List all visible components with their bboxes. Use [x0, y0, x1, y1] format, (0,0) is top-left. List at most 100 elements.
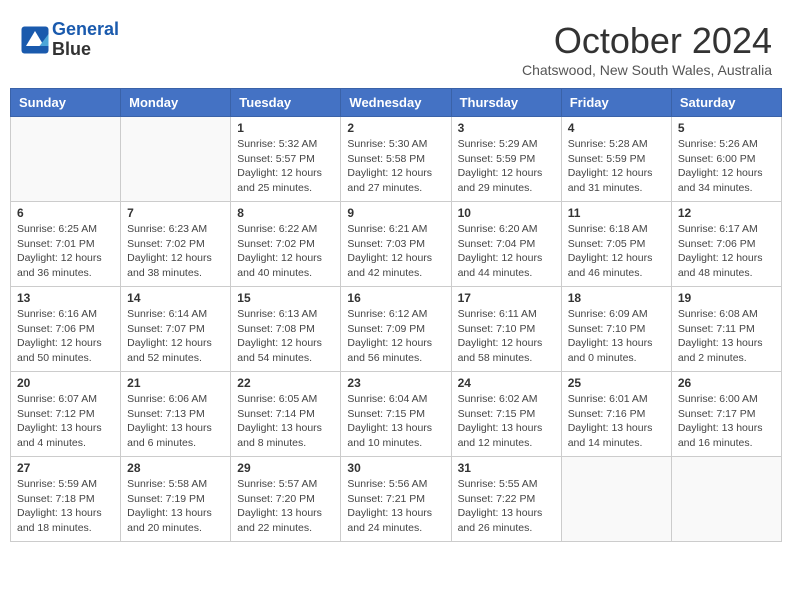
weekday-header-thursday: Thursday — [451, 89, 561, 117]
logo-text: General Blue — [52, 20, 119, 60]
week-row-5: 27 Sunrise: 5:59 AM Sunset: 7:18 PM Dayli… — [11, 457, 782, 542]
day-number: 18 — [568, 291, 665, 305]
day-number: 26 — [678, 376, 775, 390]
day-info: Sunrise: 6:22 AM Sunset: 7:02 PM Dayligh… — [237, 222, 334, 281]
day-number: 2 — [347, 121, 444, 135]
day-number: 27 — [17, 461, 114, 475]
day-info: Sunrise: 5:58 AM Sunset: 7:19 PM Dayligh… — [127, 477, 224, 536]
calendar-cell: 21Sunrise: 6:06 AM Sunset: 7:13 PM Dayli… — [121, 372, 231, 457]
day-info: Sunrise: 5:56 AM Sunset: 7:21 PM Dayligh… — [347, 477, 444, 536]
day-number: 30 — [347, 461, 444, 475]
day-info: Sunrise: 6:01 AM Sunset: 7:16 PM Dayligh… — [568, 392, 665, 451]
calendar-cell: 29 Sunrise: 5:57 AM Sunset: 7:20 PM Dayli… — [231, 457, 341, 542]
week-row-2: 6Sunrise: 6:25 AM Sunset: 7:01 PM Daylig… — [11, 202, 782, 287]
day-number: 16 — [347, 291, 444, 305]
week-row-3: 13 Sunrise: 6:16 AM Sunset: 7:06 PM Dayli… — [11, 287, 782, 372]
calendar-cell: 8 Sunrise: 6:22 AM Sunset: 7:02 PM Daylig… — [231, 202, 341, 287]
title-block: October 2024 Chatswood, New South Wales,… — [522, 20, 772, 78]
day-number: 5 — [678, 121, 775, 135]
day-info: Sunrise: 5:28 AM Sunset: 5:59 PM Dayligh… — [568, 137, 665, 196]
day-number: 6 — [17, 206, 114, 220]
day-number: 25 — [568, 376, 665, 390]
day-number: 28 — [127, 461, 224, 475]
day-number: 24 — [458, 376, 555, 390]
calendar-cell: 31 Sunrise: 5:55 AM Sunset: 7:22 PM Dayli… — [451, 457, 561, 542]
calendar-cell: 20Sunrise: 6:07 AM Sunset: 7:12 PM Dayli… — [11, 372, 121, 457]
weekday-header-sunday: Sunday — [11, 89, 121, 117]
day-number: 19 — [678, 291, 775, 305]
day-number: 20 — [17, 376, 114, 390]
day-number: 31 — [458, 461, 555, 475]
day-info: Sunrise: 6:05 AM Sunset: 7:14 PM Dayligh… — [237, 392, 334, 451]
calendar-cell: 3Sunrise: 5:29 AM Sunset: 5:59 PM Daylig… — [451, 117, 561, 202]
day-number: 17 — [458, 291, 555, 305]
day-number: 4 — [568, 121, 665, 135]
day-number: 23 — [347, 376, 444, 390]
day-number: 8 — [237, 206, 334, 220]
calendar-cell: 30 Sunrise: 5:56 AM Sunset: 7:21 PM Dayli… — [341, 457, 451, 542]
logo-icon — [20, 25, 50, 55]
day-info: Sunrise: 6:16 AM Sunset: 7:06 PM Dayligh… — [17, 307, 114, 366]
day-number: 7 — [127, 206, 224, 220]
weekday-header-row: SundayMondayTuesdayWednesdayThursdayFrid… — [11, 89, 782, 117]
calendar-cell: 16 Sunrise: 6:12 AM Sunset: 7:09 PM Dayli… — [341, 287, 451, 372]
calendar-cell — [561, 457, 671, 542]
day-number: 12 — [678, 206, 775, 220]
calendar: SundayMondayTuesdayWednesdayThursdayFrid… — [10, 88, 782, 542]
day-info: Sunrise: 6:08 AM Sunset: 7:11 PM Dayligh… — [678, 307, 775, 366]
day-info: Sunrise: 5:57 AM Sunset: 7:20 PM Dayligh… — [237, 477, 334, 536]
day-number: 15 — [237, 291, 334, 305]
day-number: 13 — [17, 291, 114, 305]
page-header: General Blue October 2024 Chatswood, New… — [10, 10, 782, 83]
logo: General Blue — [20, 20, 119, 60]
calendar-cell: 14 Sunrise: 6:14 AM Sunset: 7:07 PM Dayli… — [121, 287, 231, 372]
calendar-cell: 7Sunrise: 6:23 AM Sunset: 7:02 PM Daylig… — [121, 202, 231, 287]
day-number: 14 — [127, 291, 224, 305]
day-info: Sunrise: 6:04 AM Sunset: 7:15 PM Dayligh… — [347, 392, 444, 451]
day-info: Sunrise: 5:55 AM Sunset: 7:22 PM Dayligh… — [458, 477, 555, 536]
calendar-cell: 9Sunrise: 6:21 AM Sunset: 7:03 PM Daylig… — [341, 202, 451, 287]
weekday-header-tuesday: Tuesday — [231, 89, 341, 117]
day-info: Sunrise: 5:59 AM Sunset: 7:18 PM Dayligh… — [17, 477, 114, 536]
calendar-cell: 17 Sunrise: 6:11 AM Sunset: 7:10 PM Dayli… — [451, 287, 561, 372]
calendar-cell: 24 Sunrise: 6:02 AM Sunset: 7:15 PM Dayli… — [451, 372, 561, 457]
calendar-cell: 1 Sunrise: 5:32 AM Sunset: 5:57 PM Daylig… — [231, 117, 341, 202]
day-info: Sunrise: 6:20 AM Sunset: 7:04 PM Dayligh… — [458, 222, 555, 281]
day-info: Sunrise: 6:21 AM Sunset: 7:03 PM Dayligh… — [347, 222, 444, 281]
day-number: 1 — [237, 121, 334, 135]
day-info: Sunrise: 5:32 AM Sunset: 5:57 PM Dayligh… — [237, 137, 334, 196]
day-info: Sunrise: 6:11 AM Sunset: 7:10 PM Dayligh… — [458, 307, 555, 366]
calendar-cell: 6Sunrise: 6:25 AM Sunset: 7:01 PM Daylig… — [11, 202, 121, 287]
day-number: 11 — [568, 206, 665, 220]
day-info: Sunrise: 6:14 AM Sunset: 7:07 PM Dayligh… — [127, 307, 224, 366]
day-info: Sunrise: 5:26 AM Sunset: 6:00 PM Dayligh… — [678, 137, 775, 196]
calendar-cell: 28 Sunrise: 5:58 AM Sunset: 7:19 PM Dayli… — [121, 457, 231, 542]
weekday-header-monday: Monday — [121, 89, 231, 117]
weekday-header-wednesday: Wednesday — [341, 89, 451, 117]
day-info: Sunrise: 6:00 AM Sunset: 7:17 PM Dayligh… — [678, 392, 775, 451]
location: Chatswood, New South Wales, Australia — [522, 62, 772, 78]
calendar-cell — [11, 117, 121, 202]
day-info: Sunrise: 6:17 AM Sunset: 7:06 PM Dayligh… — [678, 222, 775, 281]
calendar-cell — [671, 457, 781, 542]
calendar-cell: 15Sunrise: 6:13 AM Sunset: 7:08 PM Dayli… — [231, 287, 341, 372]
weekday-header-saturday: Saturday — [671, 89, 781, 117]
calendar-cell: 27 Sunrise: 5:59 AM Sunset: 7:18 PM Dayli… — [11, 457, 121, 542]
calendar-cell: 22 Sunrise: 6:05 AM Sunset: 7:14 PM Dayli… — [231, 372, 341, 457]
day-info: Sunrise: 6:06 AM Sunset: 7:13 PM Dayligh… — [127, 392, 224, 451]
day-info: Sunrise: 6:18 AM Sunset: 7:05 PM Dayligh… — [568, 222, 665, 281]
day-info: Sunrise: 6:09 AM Sunset: 7:10 PM Dayligh… — [568, 307, 665, 366]
calendar-cell: 19 Sunrise: 6:08 AM Sunset: 7:11 PM Dayli… — [671, 287, 781, 372]
calendar-cell: 26 Sunrise: 6:00 AM Sunset: 7:17 PM Dayli… — [671, 372, 781, 457]
day-number: 29 — [237, 461, 334, 475]
day-info: Sunrise: 5:29 AM Sunset: 5:59 PM Dayligh… — [458, 137, 555, 196]
calendar-cell: 5 Sunrise: 5:26 AM Sunset: 6:00 PM Daylig… — [671, 117, 781, 202]
day-info: Sunrise: 6:12 AM Sunset: 7:09 PM Dayligh… — [347, 307, 444, 366]
calendar-cell: 11 Sunrise: 6:18 AM Sunset: 7:05 PM Dayli… — [561, 202, 671, 287]
calendar-cell: 2Sunrise: 5:30 AM Sunset: 5:58 PM Daylig… — [341, 117, 451, 202]
day-info: Sunrise: 6:02 AM Sunset: 7:15 PM Dayligh… — [458, 392, 555, 451]
day-number: 22 — [237, 376, 334, 390]
calendar-cell: 10Sunrise: 6:20 AM Sunset: 7:04 PM Dayli… — [451, 202, 561, 287]
calendar-cell: 13 Sunrise: 6:16 AM Sunset: 7:06 PM Dayli… — [11, 287, 121, 372]
calendar-cell — [121, 117, 231, 202]
